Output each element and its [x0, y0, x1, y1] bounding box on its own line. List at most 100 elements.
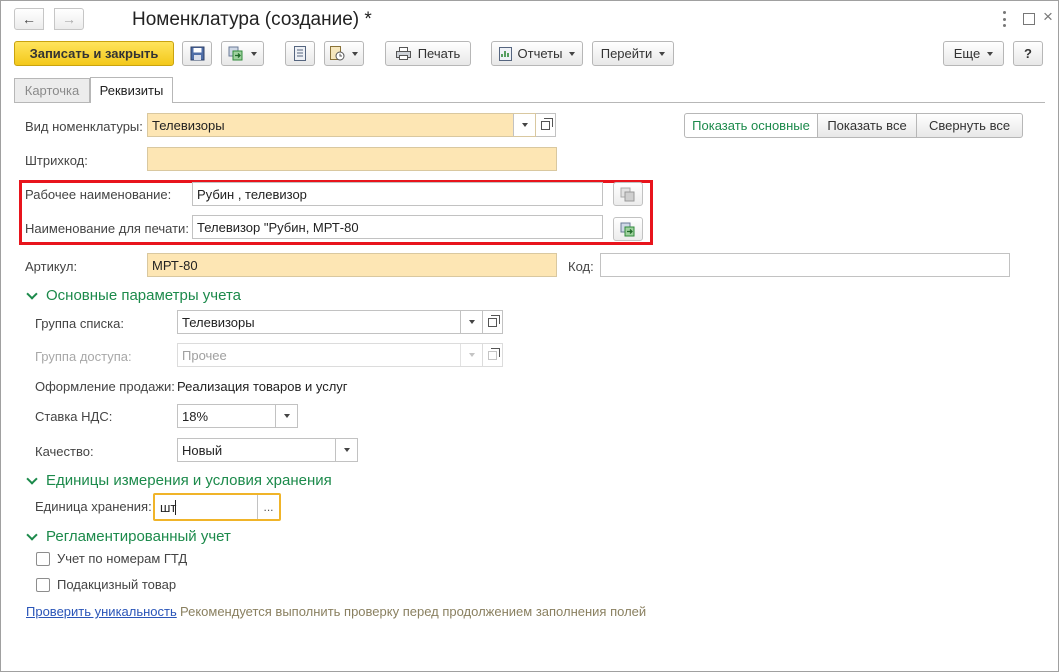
kind-dropdown-button[interactable]	[513, 114, 535, 136]
chevron-down-icon	[26, 287, 38, 300]
quality-value: Новый	[182, 442, 223, 458]
close-icon[interactable]: ×	[1043, 7, 1053, 27]
maximize-icon[interactable]	[1023, 13, 1035, 25]
check-uniqueness-link[interactable]: Проверить уникальность	[26, 604, 177, 619]
help-button[interactable]: ?	[1013, 41, 1043, 66]
storage-unit-select-button[interactable]: ...	[257, 495, 279, 519]
chevron-down-icon	[343, 448, 350, 452]
chevron-down-icon	[26, 472, 38, 485]
section-accounting-title: Основные параметры учета	[46, 287, 242, 304]
reports-button[interactable]: Отчеты	[491, 41, 583, 66]
section-accounting[interactable]: Основные параметры учета	[26, 287, 242, 304]
section-units-title: Единицы измерения и условия хранения	[46, 472, 332, 489]
work-name-label: Рабочее наименование:	[25, 187, 172, 202]
print-name-copy-button[interactable]	[613, 217, 643, 241]
text-cursor	[175, 500, 176, 515]
back-button[interactable]: ←	[14, 8, 44, 30]
list-group-dropdown-button[interactable]	[460, 311, 482, 333]
storage-unit-field[interactable]: шт ...	[153, 493, 281, 521]
document-clock-icon	[330, 46, 345, 61]
copy-green-icon	[620, 222, 635, 236]
article-field[interactable]: МРТ-80	[147, 253, 557, 277]
barcode-label: Штрихкод:	[25, 153, 88, 168]
work-name-copy-button[interactable]	[613, 182, 643, 206]
access-group-dropdown-button	[460, 344, 482, 366]
history-button[interactable]	[324, 41, 364, 66]
reports-label: Отчеты	[517, 46, 563, 61]
vat-dropdown-button[interactable]	[275, 405, 297, 427]
list-group-value: Телевизоры	[182, 314, 255, 330]
goto-button[interactable]: Перейти	[592, 41, 674, 66]
open-icon	[488, 347, 500, 360]
more-button[interactable]: Еще	[943, 41, 1004, 66]
quality-label: Качество:	[35, 444, 94, 459]
vat-field[interactable]: 18%	[177, 404, 298, 428]
sales-design-value: Реализация товаров и услуг	[177, 379, 348, 394]
kebab-menu-icon[interactable]	[999, 11, 1009, 27]
work-name-field[interactable]: Рубин , телевизор	[192, 182, 603, 206]
section-regulated[interactable]: Регламентированный учет	[26, 528, 231, 545]
check-hint: Рекомендуется выполнить проверку перед п…	[180, 604, 647, 619]
show-main-button[interactable]: Показать основные	[684, 113, 818, 138]
create-based-on-button[interactable]	[221, 41, 264, 66]
arrow-right-icon: →	[62, 11, 76, 27]
goto-label: Перейти	[600, 46, 653, 61]
list-group-label: Группа списка:	[35, 316, 124, 331]
chevron-down-icon	[26, 528, 38, 541]
quality-dropdown-button[interactable]	[335, 439, 357, 461]
list-group-open-button[interactable]	[483, 310, 503, 334]
list-button[interactable]	[285, 41, 315, 66]
document-list-icon	[294, 46, 306, 61]
chevron-down-icon	[521, 123, 528, 127]
forward-button[interactable]: →	[54, 8, 84, 30]
report-icon	[498, 46, 512, 61]
storage-unit-label: Единица хранения:	[35, 499, 152, 514]
print-name-label: Наименование для печати:	[25, 221, 189, 236]
chevron-down-icon	[468, 353, 475, 357]
kind-label: Вид номенклатуры:	[25, 119, 143, 134]
more-label: Еще	[953, 46, 981, 61]
vat-value: 18%	[182, 408, 209, 424]
list-group-field[interactable]: Телевизоры	[177, 310, 483, 334]
save-close-button[interactable]: Записать и закрыть	[14, 41, 174, 66]
sales-design-label: Оформление продажи:	[35, 379, 175, 394]
copy-icon	[620, 187, 635, 201]
open-icon	[488, 314, 500, 327]
arrow-left-icon: ←	[22, 11, 36, 27]
show-all-button[interactable]: Показать все	[817, 113, 917, 138]
vat-label: Ставка НДС:	[35, 409, 113, 424]
access-group-label: Группа доступа:	[35, 349, 132, 364]
print-label: Печать	[417, 46, 461, 61]
form-window: ← → Номенклатура (создание) * × Записать…	[0, 0, 1059, 672]
section-units[interactable]: Единицы измерения и условия хранения	[26, 472, 332, 489]
kind-open-button[interactable]	[536, 113, 556, 137]
tab-active-gap	[91, 101, 172, 103]
page-title: Номенклатура (создание) *	[132, 9, 372, 30]
kind-value: Телевизоры	[152, 117, 225, 133]
copy-green-icon	[228, 46, 243, 61]
excise-label: Подакцизный товар	[57, 577, 177, 592]
tab-card[interactable]: Карточка	[14, 78, 90, 102]
printer-icon	[395, 47, 411, 60]
print-button[interactable]: Печать	[385, 41, 471, 66]
tab-requisites[interactable]: Реквизиты	[90, 77, 173, 103]
access-group-value: Прочее	[182, 347, 227, 363]
quality-field[interactable]: Новый	[177, 438, 358, 462]
excise-checkbox[interactable]	[36, 578, 50, 592]
article-label: Артикул:	[25, 259, 78, 274]
chevron-down-icon	[468, 320, 475, 324]
print-name-field[interactable]: Телевизор "Рубин, МРТ-80	[192, 215, 603, 239]
code-field[interactable]	[600, 253, 1010, 277]
chevron-down-icon	[283, 414, 290, 418]
save-button[interactable]	[182, 41, 212, 66]
section-regulated-title: Регламентированный учет	[46, 528, 231, 545]
access-group-open-button	[483, 343, 503, 367]
floppy-icon	[190, 46, 204, 61]
gtd-label: Учет по номерам ГТД	[57, 551, 188, 566]
storage-unit-value: шт	[160, 500, 177, 515]
kind-field[interactable]: Телевизоры	[147, 113, 536, 137]
gtd-checkbox[interactable]	[36, 552, 50, 566]
barcode-field[interactable]	[147, 147, 557, 171]
collapse-all-button[interactable]: Свернуть все	[916, 113, 1023, 138]
code-label: Код:	[568, 259, 594, 274]
